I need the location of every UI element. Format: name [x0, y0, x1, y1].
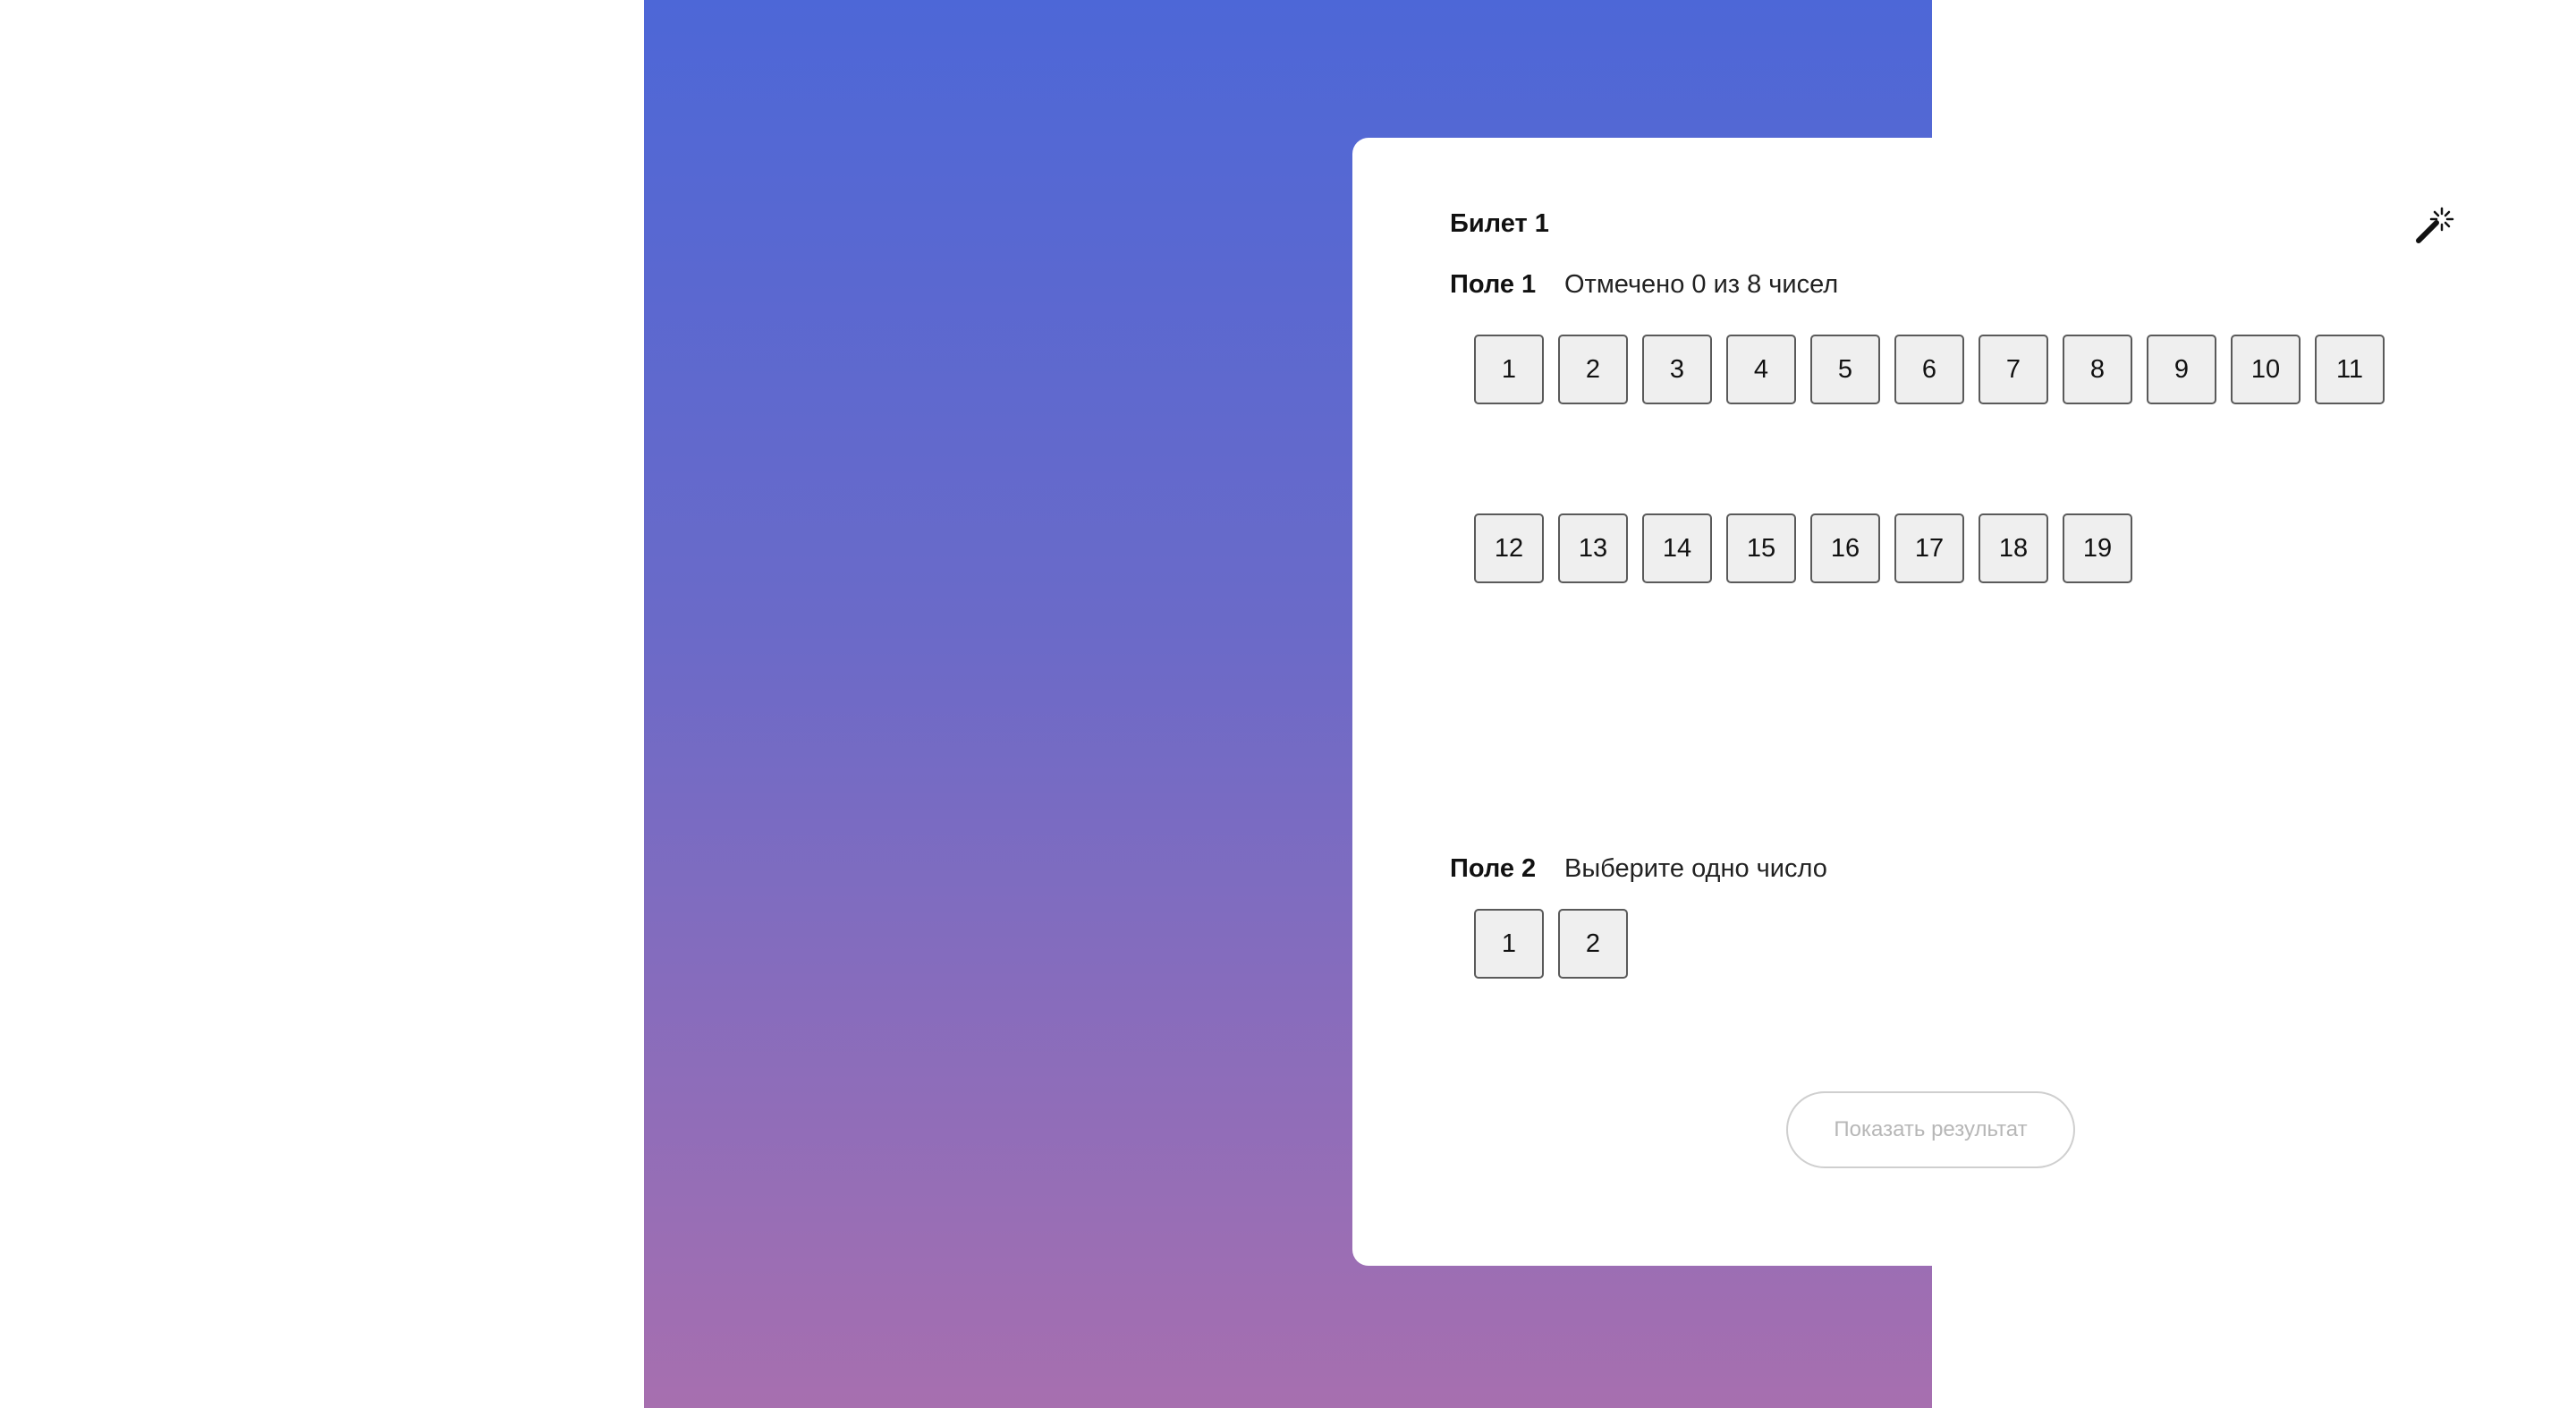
- background-gradient-panel: Билет 1 Поле 1 Отмечено 0 из 8 чисел 1 2…: [644, 0, 2512, 1408]
- field1-number-15[interactable]: 15: [1726, 513, 1796, 583]
- field1-number-18[interactable]: 18: [1979, 513, 2048, 583]
- field1-hint: Отмечено 0 из 8 чисел: [1564, 270, 1839, 299]
- field1-number-12[interactable]: 12: [1474, 513, 1544, 583]
- field2-hint: Выберите одно число: [1564, 854, 1827, 883]
- field2-label: Поле 2: [1450, 854, 1537, 883]
- field1-number-1[interactable]: 1: [1474, 335, 1544, 404]
- field1-number-17[interactable]: 17: [1894, 513, 1964, 583]
- ticket-title: Билет 1: [1450, 209, 1549, 238]
- magic-wand-icon[interactable]: [2413, 205, 2454, 246]
- field1-number-19[interactable]: 19: [2063, 513, 2132, 583]
- field2-number-2[interactable]: 2: [1558, 909, 1628, 979]
- field2-number-1[interactable]: 1: [1474, 909, 1544, 979]
- field1-number-10[interactable]: 10: [2231, 335, 2301, 404]
- field1-number-8[interactable]: 8: [2063, 335, 2132, 404]
- field1-label: Поле 1: [1450, 270, 1537, 299]
- field1-number-3[interactable]: 3: [1642, 335, 1712, 404]
- show-result-button[interactable]: Показать результат: [1786, 1091, 2075, 1168]
- field1-number-14[interactable]: 14: [1642, 513, 1712, 583]
- field1-number-16[interactable]: 16: [1810, 513, 1880, 583]
- field1-number-9[interactable]: 9: [2147, 335, 2216, 404]
- field1-number-5[interactable]: 5: [1810, 335, 1880, 404]
- field1-number-11[interactable]: 11: [2315, 335, 2385, 404]
- field1-number-7[interactable]: 7: [1979, 335, 2048, 404]
- ticket-card: Билет 1 Поле 1 Отмечено 0 из 8 чисел 1 2…: [1352, 138, 2512, 1266]
- field1-number-2[interactable]: 2: [1558, 335, 1628, 404]
- field1-number-6[interactable]: 6: [1894, 335, 1964, 404]
- field1-number-4[interactable]: 4: [1726, 335, 1796, 404]
- field1-number-13[interactable]: 13: [1558, 513, 1628, 583]
